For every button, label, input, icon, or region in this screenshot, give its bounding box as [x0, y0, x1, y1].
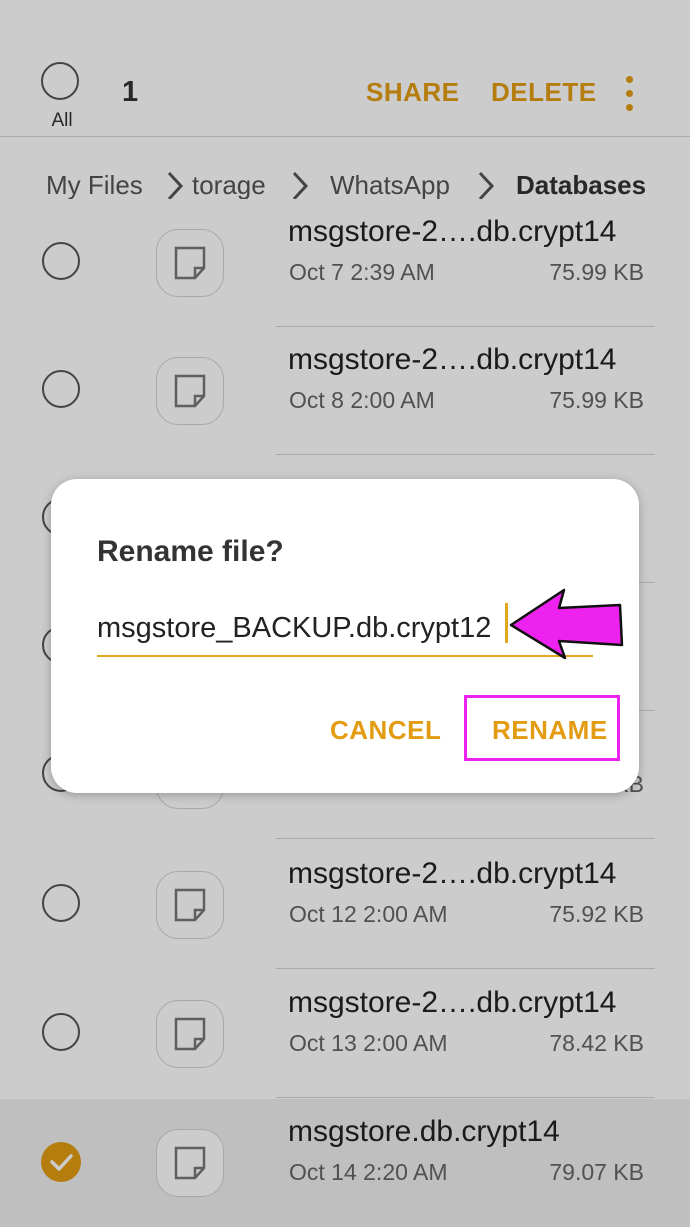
cancel-button[interactable]: CANCEL	[330, 715, 441, 746]
screen: All 1 SHARE DELETE My Files torage Whats…	[0, 0, 690, 1227]
dialog-title: Rename file?	[97, 535, 284, 568]
arrow-left-icon	[509, 588, 624, 660]
rename-button[interactable]: RENAME	[492, 715, 608, 746]
